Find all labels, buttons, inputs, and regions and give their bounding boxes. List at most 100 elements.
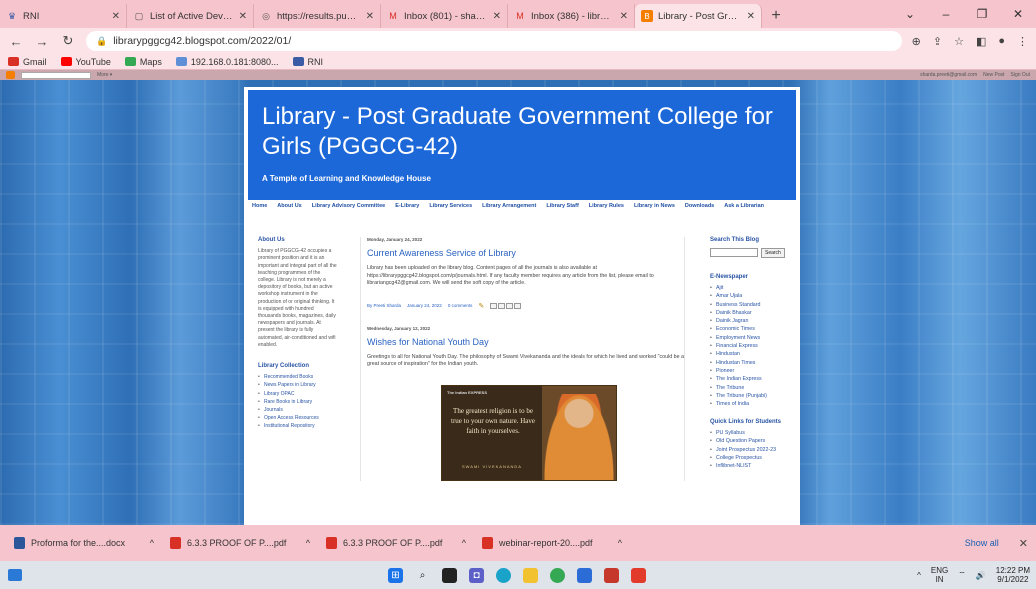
newspaper-link[interactable]: Economic Times (710, 326, 796, 332)
newspaper-link[interactable]: Amar Ujala (710, 293, 796, 299)
post-author[interactable]: By Preeti Sharda (367, 303, 401, 308)
lock-icon[interactable]: 🔒 (96, 36, 107, 47)
bookmark-star-icon[interactable]: ☆ (954, 35, 964, 48)
menu-item-home[interactable]: Home (252, 203, 267, 209)
start-icon[interactable]: ⊞ (388, 567, 403, 583)
newspaper-link[interactable]: Ajit (710, 285, 796, 291)
menu-item-about[interactable]: About Us (277, 203, 301, 209)
back-icon[interactable]: ← (8, 34, 24, 49)
newspaper-link[interactable]: Financial Express (710, 343, 796, 349)
collection-link[interactable]: News Papers in Library (258, 382, 338, 389)
twitter-share-icon[interactable] (506, 302, 514, 309)
app-icon[interactable] (604, 567, 619, 583)
minimize-button[interactable]: – (928, 7, 964, 21)
url-text[interactable]: librarypggcg42.blogspot.com/2022/01/ (113, 35, 291, 47)
quicklink[interactable]: College Prospectus (710, 455, 796, 461)
newspaper-link[interactable]: Times of India (710, 401, 796, 407)
menu-item-staff[interactable]: Library Staff (546, 203, 578, 209)
chevron-up-icon[interactable]: ^ (306, 538, 310, 548)
facebook-share-icon[interactable] (514, 302, 522, 309)
quicklink[interactable]: Old Question Papers (710, 438, 796, 444)
close-icon[interactable]: ✕ (1019, 537, 1028, 550)
newspaper-link[interactable]: Business Standard (710, 302, 796, 308)
maximize-button[interactable]: ❐ (964, 7, 1000, 21)
show-all-downloads-link[interactable]: Show all (965, 538, 999, 548)
post-title[interactable]: Current Awareness Service of Library (367, 248, 684, 258)
taskview-icon[interactable] (442, 567, 457, 583)
post-time[interactable]: January 24, 2022 (407, 303, 442, 308)
bookmark-gmail[interactable]: Gmail (8, 57, 47, 67)
chevron-up-icon[interactable]: ^ (618, 538, 622, 548)
collection-link[interactable]: Recommended Books (258, 374, 338, 381)
store-icon[interactable] (577, 567, 592, 583)
sign-out-link[interactable]: Sign Out (1011, 72, 1030, 78)
tab-results[interactable]: ◎ https://results.puexam.in/Adi ✕ (254, 4, 381, 28)
new-post-link[interactable]: New Post (983, 72, 1004, 78)
chevron-up-icon[interactable]: ^ (462, 538, 466, 548)
menu-item-elibrary[interactable]: E-Library (395, 203, 419, 209)
navbar-more-link[interactable]: More ▾ (97, 72, 112, 78)
menu-item-news[interactable]: Library in News (634, 203, 675, 209)
edit-pencil-icon[interactable]: ✎ (478, 302, 484, 310)
edge-icon[interactable] (496, 567, 511, 583)
newspaper-link[interactable]: Hindustan (710, 351, 796, 357)
close-tab-icon[interactable]: ✕ (747, 11, 755, 22)
newspaper-link[interactable]: Employment News (710, 335, 796, 341)
profile-icon[interactable]: ● (998, 35, 1005, 48)
bookmark-maps[interactable]: Maps (124, 57, 162, 67)
menu-item-services[interactable]: Library Services (429, 203, 472, 209)
post-title[interactable]: Wishes for National Youth Day (367, 337, 684, 347)
volume-icon[interactable]: 🔊 (976, 571, 986, 580)
quicklink[interactable]: Inflibnet-NLIST (710, 463, 796, 469)
blog-share-icon[interactable] (498, 302, 506, 309)
new-tab-button[interactable]: + (762, 4, 790, 28)
menu-item-ask[interactable]: Ask a Librarian (724, 203, 764, 209)
collection-link[interactable]: Institutional Repository (258, 423, 338, 430)
newspaper-link[interactable]: Pioneer (710, 368, 796, 374)
close-tab-icon[interactable]: ✕ (112, 11, 120, 22)
tab-inbox-1[interactable]: M Inbox (801) - sharda.preeti@ ✕ (381, 4, 508, 28)
download-item[interactable]: Proforma for the....docx ^ (8, 530, 160, 556)
newspaper-link[interactable]: Hindustan Times (710, 360, 796, 366)
navbar-search-input[interactable] (21, 71, 91, 79)
zoom-icon[interactable]: ⊕ (912, 35, 921, 48)
newspaper-link[interactable]: The Indian Express (710, 376, 796, 382)
email-share-icon[interactable] (490, 302, 498, 309)
blog-search-button[interactable]: Search (761, 248, 785, 258)
menu-item-advisory[interactable]: Library Advisory Committee (312, 203, 385, 209)
bookmark-rni[interactable]: RNI (292, 57, 323, 67)
close-tab-icon[interactable]: ✕ (620, 11, 628, 22)
blog-search-input[interactable] (710, 248, 758, 257)
clock[interactable]: 12:22 PM 9/1/2022 (996, 566, 1030, 584)
collection-link[interactable]: Open Access Resources (258, 415, 338, 422)
collection-link[interactable]: Rare Books in Library (258, 399, 338, 406)
wifi-icon[interactable]: ⌔ (958, 570, 966, 580)
menu-item-downloads[interactable]: Downloads (685, 203, 714, 209)
bookmark-youtube[interactable]: YouTube (60, 57, 111, 67)
newspaper-link[interactable]: The Tribune (710, 385, 796, 391)
address-bar[interactable]: 🔒 librarypggcg42.blogspot.com/2022/01/ (86, 31, 902, 51)
menu-item-rules[interactable]: Library Rules (589, 203, 624, 209)
chrome-icon[interactable] (550, 567, 565, 583)
tab-rni[interactable]: ♛ RNI ✕ (0, 4, 127, 28)
widgets-icon[interactable] (8, 569, 22, 581)
tab-active-devices[interactable]: ▢ List of Active Devices ✕ (127, 4, 254, 28)
chevron-up-icon[interactable]: ^ (150, 538, 154, 548)
forward-icon[interactable]: → (34, 34, 50, 49)
share-icon[interactable]: ⇪ (933, 35, 942, 48)
close-tab-icon[interactable]: ✕ (239, 11, 247, 22)
newspaper-link[interactable]: Dainik Bhaskar (710, 310, 796, 316)
bookmark-local-server[interactable]: 192.168.0.181:8080... (175, 57, 279, 67)
vivekananda-image[interactable]: The Indian EXPRESS The greatest religion… (441, 384, 617, 481)
tab-library-blog[interactable]: B Library - Post Graduate Gove ✕ (635, 4, 762, 28)
tab-search-icon[interactable]: ⌄ (892, 7, 928, 21)
menu-icon[interactable]: ⋮ (1017, 35, 1028, 48)
newspaper-link[interactable]: The Tribune (Punjabi) (710, 393, 796, 399)
file-explorer-icon[interactable] (523, 567, 538, 583)
blogger-icon[interactable] (6, 71, 15, 79)
reload-icon[interactable]: ↻ (60, 33, 76, 49)
tab-inbox-2[interactable]: M Inbox (386) - librariangcg42@ ✕ (508, 4, 635, 28)
download-item[interactable]: 6.3.3 PROOF OF P....pdf ^ (320, 530, 472, 556)
acrobat-icon[interactable] (631, 567, 646, 583)
quicklink[interactable]: PU Syllabus (710, 430, 796, 436)
